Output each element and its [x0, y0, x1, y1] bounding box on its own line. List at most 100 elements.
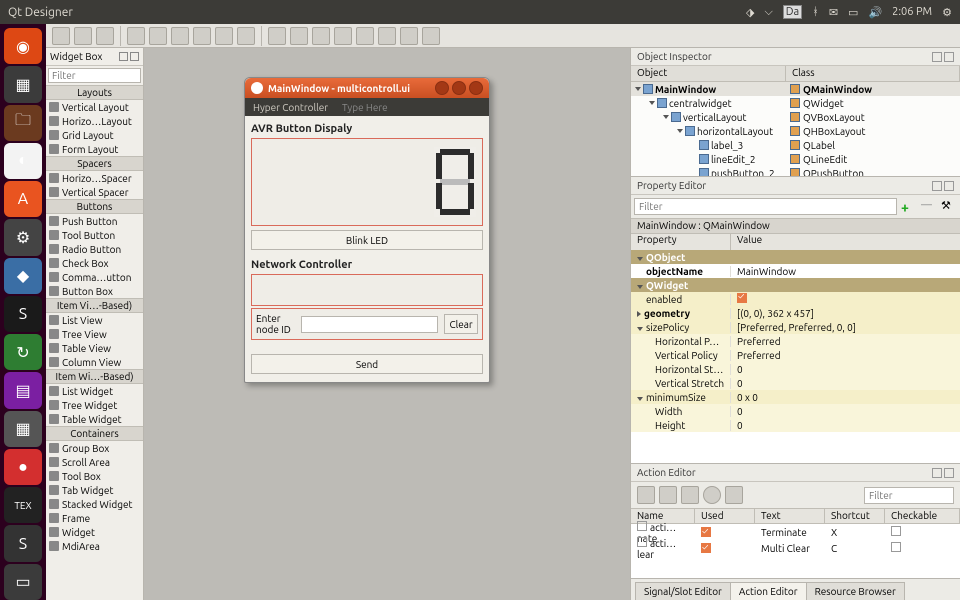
tb-open[interactable] [74, 27, 92, 45]
launcher-chrome[interactable]: ◐ [4, 143, 42, 179]
launcher-app4[interactable]: ▤ [4, 372, 42, 408]
launcher-folder[interactable]: 🗀 [4, 105, 42, 141]
widget-item[interactable]: Table View [46, 341, 143, 355]
widget-item[interactable]: Frame [46, 511, 143, 525]
bottom-tab[interactable]: Signal/Slot Editor [635, 582, 731, 600]
new-action-icon[interactable] [637, 486, 655, 504]
widget-item[interactable]: Widget [46, 525, 143, 539]
launcher-dash[interactable]: ◉ [4, 28, 42, 64]
widget-item[interactable]: Vertical Layout [46, 100, 143, 114]
launcher-software[interactable]: A [4, 181, 42, 217]
widget-item[interactable]: List Widget [46, 384, 143, 398]
preview-menubar[interactable]: Hyper Controller Type Here [245, 98, 489, 116]
bottom-tab[interactable]: Action Editor [730, 582, 807, 600]
widget-item[interactable]: Horizo…Spacer [46, 171, 143, 185]
widget-item[interactable]: Tool Box [46, 469, 143, 483]
preview-titlebar[interactable]: MainWindow - multicontroll.ui [245, 78, 489, 98]
tb-paste[interactable] [193, 27, 211, 45]
action-filter[interactable] [864, 487, 954, 504]
widget-category[interactable]: Spacers [46, 156, 143, 171]
object-tree-row[interactable]: centralwidgetQWidget [631, 96, 960, 110]
launcher-settings[interactable]: ⚙ [4, 219, 42, 255]
widget-item[interactable]: Tree View [46, 327, 143, 341]
launcher-tex[interactable]: TEX [4, 487, 42, 523]
tb-adjust[interactable] [422, 27, 440, 45]
bottom-tab[interactable]: Resource Browser [806, 582, 905, 600]
object-tree-row[interactable]: label_3QLabel [631, 138, 960, 152]
launcher-sublime[interactable]: S [4, 525, 42, 561]
bluetooth-icon[interactable]: ᚼ [812, 6, 819, 18]
widget-category[interactable]: Layouts [46, 85, 143, 100]
widget-item[interactable]: Vertical Spacer [46, 185, 143, 199]
tb-cut[interactable] [149, 27, 167, 45]
property-row[interactable]: minimumSize0 x 0 [631, 390, 960, 404]
remove-prop-icon[interactable]: — [921, 199, 937, 215]
widget-category[interactable]: Buttons [46, 199, 143, 214]
launcher-app1[interactable]: ◆ [4, 258, 42, 294]
blink-led-button[interactable]: Blink LED [251, 230, 483, 250]
property-row[interactable]: QWidget [631, 278, 960, 292]
node-id-input[interactable] [301, 316, 438, 333]
dock-icon[interactable] [932, 52, 942, 62]
close-icon[interactable] [944, 52, 954, 62]
clock[interactable]: 2:06 PM [892, 6, 932, 18]
action-list[interactable]: acti…nateTerminateXacti…learMulti ClearC [631, 524, 960, 578]
widget-category[interactable]: Containers [46, 426, 143, 441]
close-button[interactable] [469, 81, 483, 95]
tb-b5[interactable] [215, 27, 233, 45]
widget-item[interactable]: Tab Widget [46, 483, 143, 497]
form-canvas[interactable]: MainWindow - multicontroll.ui Hyper Cont… [144, 48, 630, 600]
widget-item[interactable]: Scroll Area [46, 455, 143, 469]
object-tree-row[interactable]: horizontalLayoutQHBoxLayout [631, 124, 960, 138]
property-row[interactable]: Width0 [631, 404, 960, 418]
object-tree[interactable]: MainWindowQMainWindowcentralwidgetQWidge… [631, 82, 960, 176]
widget-item[interactable]: Form Layout [46, 142, 143, 156]
widget-item[interactable]: List View [46, 313, 143, 327]
widget-item[interactable]: Tree Widget [46, 398, 143, 412]
tb-layout-v[interactable] [290, 27, 308, 45]
add-dynamic-prop-icon[interactable]: + [901, 199, 917, 215]
tb-layout-g[interactable] [312, 27, 330, 45]
widget-item[interactable]: Table Widget [46, 412, 143, 426]
tb-break[interactable] [400, 27, 418, 45]
widget-item[interactable]: Horizo…Layout [46, 114, 143, 128]
launcher-terminal[interactable]: ▭ [4, 564, 42, 600]
widget-item[interactable]: Button Box [46, 284, 143, 298]
property-filter[interactable] [634, 198, 897, 215]
clear-button[interactable]: Clear [444, 314, 478, 334]
paste-action-icon[interactable] [681, 486, 699, 504]
widget-box-list[interactable]: LayoutsVertical LayoutHorizo…LayoutGrid … [46, 85, 143, 600]
object-tree-row[interactable]: MainWindowQMainWindow [631, 82, 960, 96]
tb-layout-h[interactable] [268, 27, 286, 45]
object-tree-row[interactable]: pushButton_2QPushButton [631, 166, 960, 176]
wifi-icon[interactable]: ⌵ [764, 6, 772, 19]
property-row[interactable]: objectNameMainWindow [631, 264, 960, 278]
launcher-workspace[interactable]: ▦ [4, 411, 42, 447]
tb-layout-f[interactable] [334, 27, 352, 45]
launcher-app3[interactable]: ↻ [4, 334, 42, 370]
property-row[interactable]: QObject [631, 250, 960, 264]
dock-icon[interactable] [932, 468, 942, 478]
mail-icon[interactable]: ✉ [829, 6, 838, 19]
configure-action-icon[interactable] [725, 486, 743, 504]
widget-item[interactable]: Push Button [46, 214, 143, 228]
volume-icon[interactable]: 🔊 [868, 6, 882, 19]
launcher-app2[interactable]: S [4, 296, 42, 332]
tb-layout-s1[interactable] [356, 27, 374, 45]
gear-icon[interactable]: ⚙ [942, 6, 952, 19]
object-tree-row[interactable]: lineEdit_2QLineEdit [631, 152, 960, 166]
property-row[interactable]: Horizontal St…0 [631, 362, 960, 376]
close-icon[interactable] [944, 468, 954, 478]
property-row[interactable]: enabled [631, 292, 960, 306]
object-tree-row[interactable]: verticalLayoutQVBoxLayout [631, 110, 960, 124]
maximize-button[interactable] [452, 81, 466, 95]
keyboard-lang[interactable]: Da [783, 5, 802, 19]
property-row[interactable]: Height0 [631, 418, 960, 432]
widget-item[interactable]: Check Box [46, 256, 143, 270]
property-row[interactable]: sizePolicy[Preferred, Preferred, 0, 0] [631, 320, 960, 334]
send-button[interactable]: Send [251, 354, 483, 374]
widget-category[interactable]: Item Vi…-Based) [46, 298, 143, 313]
tb-save[interactable] [96, 27, 114, 45]
widget-item[interactable]: Group Box [46, 441, 143, 455]
widget-category[interactable]: Item Wi…-Based) [46, 369, 143, 384]
